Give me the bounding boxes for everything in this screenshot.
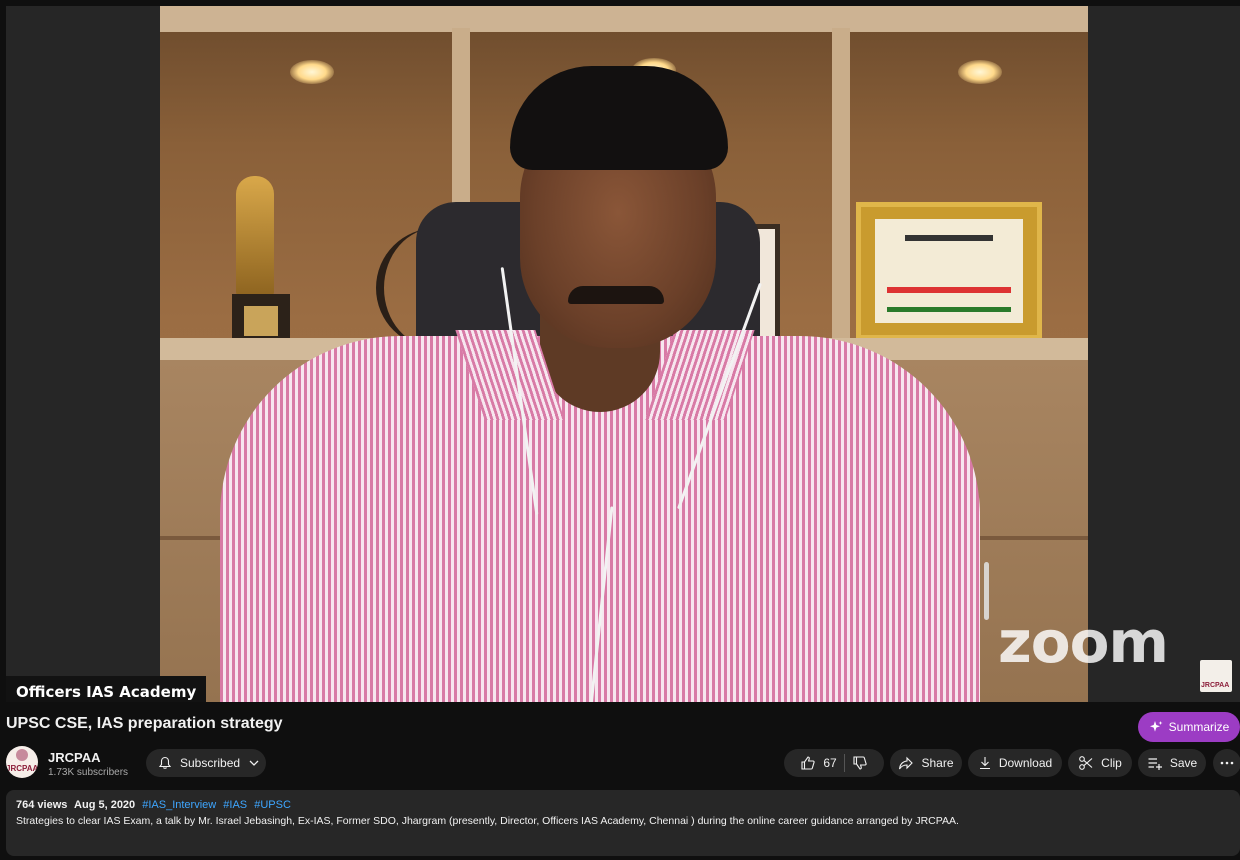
download-button[interactable]: Download <box>968 749 1062 777</box>
like-count[interactable]: 67 <box>823 756 836 770</box>
share-label: Share <box>921 756 954 770</box>
youtube-watch-page: Officers IAS Academy zoom JRCPAA UPSC CS… <box>0 0 1240 860</box>
description-meta: 764 views Aug 5, 2020 #IAS_Interview #IA… <box>16 799 1230 811</box>
subscribed-button[interactable]: Subscribed <box>146 749 266 777</box>
clip-label: Clip <box>1101 756 1122 770</box>
channel-watermark: Officers IAS Academy <box>6 676 207 702</box>
letterbox-right <box>1088 6 1240 702</box>
channel-avatar[interactable]: JRCPAA <box>6 746 38 778</box>
hashtag-link[interactable]: #IAS_Interview <box>142 799 216 811</box>
summarize-button[interactable]: Summarize <box>1138 712 1240 742</box>
summarize-label: Summarize <box>1168 720 1230 734</box>
channel-name[interactable]: JRCPAA <box>48 750 101 765</box>
share-button[interactable]: Share <box>890 749 962 777</box>
zoom-watermark: zoom <box>998 608 1169 676</box>
avatar-emblem-icon <box>16 749 28 761</box>
chevron-down-icon <box>248 757 260 769</box>
avatar-text: JRCPAA <box>6 764 38 773</box>
more-icon <box>1220 761 1234 765</box>
download-label: Download <box>998 756 1053 770</box>
description-text: Strategies to clear IAS Exam, a talk by … <box>16 815 959 827</box>
view-count: 764 views <box>16 799 68 811</box>
save-button[interactable]: Save <box>1138 749 1206 777</box>
video-player[interactable]: Officers IAS Academy zoom JRCPAA <box>6 6 1240 702</box>
upload-date: Aug 5, 2020 <box>74 799 136 811</box>
sparkle-icon <box>1149 720 1163 734</box>
save-label: Save <box>1169 756 1198 770</box>
download-icon <box>978 756 992 770</box>
description-box[interactable]: 764 views Aug 5, 2020 #IAS_Interview #IA… <box>6 790 1240 856</box>
subscribed-label: Subscribed <box>180 756 241 770</box>
thumbs-up-icon[interactable] <box>800 755 816 771</box>
share-icon <box>898 755 914 771</box>
speaker <box>220 66 980 702</box>
more-actions-button[interactable] <box>1213 749 1240 777</box>
hashtag-link[interactable]: #IAS <box>223 799 247 811</box>
subscriber-count: 1.73K subscribers <box>48 767 129 778</box>
bell-icon <box>158 756 172 770</box>
like-dislike-group: 67 <box>784 749 884 777</box>
scissors-icon <box>1078 755 1094 771</box>
letterbox-left <box>6 6 160 702</box>
video-title: UPSC CSE, IAS preparation strategy <box>6 715 283 732</box>
thumbs-down-icon[interactable] <box>852 755 868 771</box>
corner-logo-text: JRCPAA <box>1201 682 1230 689</box>
clip-button[interactable]: Clip <box>1068 749 1132 777</box>
hashtag-link[interactable]: #UPSC <box>254 799 291 811</box>
save-playlist-icon <box>1147 755 1163 771</box>
video-frame <box>160 6 1088 702</box>
